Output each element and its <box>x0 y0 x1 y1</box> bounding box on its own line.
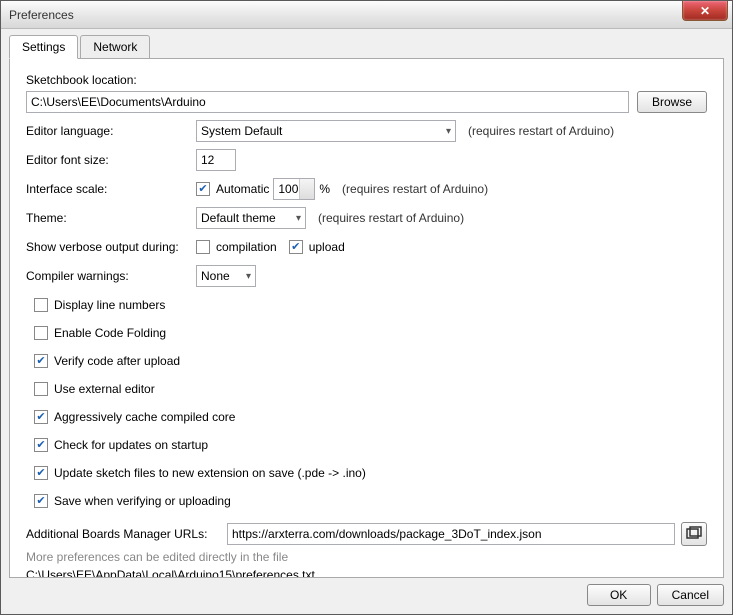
verify-after-upload-checkbox[interactable] <box>34 354 48 368</box>
close-button[interactable]: ✕ <box>682 1 728 21</box>
automatic-scale-label: Automatic <box>216 182 269 196</box>
content-area: Settings Network Sketchbook location: Br… <box>1 29 732 614</box>
preferences-path: C:\Users\EE\AppData\Local\Arduino15\pref… <box>26 568 707 578</box>
compilation-label: compilation <box>216 240 277 254</box>
window-expand-icon <box>686 526 702 542</box>
footer-note-1: More preferences can be edited directly … <box>26 550 707 564</box>
editor-font-label: Editor font size: <box>26 153 196 167</box>
upload-checkbox[interactable] <box>289 240 303 254</box>
preferences-window: Preferences ✕ Settings Network Sketchboo… <box>0 0 733 615</box>
display-line-numbers-label: Display line numbers <box>54 298 165 312</box>
editor-font-input[interactable] <box>196 149 236 171</box>
options-list: Display line numbers Enable Code Folding… <box>34 294 707 512</box>
editor-language-note: (requires restart of Arduino) <box>468 124 614 138</box>
dialog-buttons: OK Cancel <box>9 578 724 606</box>
cache-core-checkbox[interactable] <box>34 410 48 424</box>
compiler-warnings-select[interactable]: None <box>196 265 256 287</box>
verify-after-upload-label: Verify code after upload <box>54 354 180 368</box>
scale-unit: % <box>319 182 330 196</box>
scale-note: (requires restart of Arduino) <box>342 182 488 196</box>
cancel-button[interactable]: Cancel <box>657 584 724 606</box>
automatic-scale-checkbox[interactable] <box>196 182 210 196</box>
boards-url-expand-button[interactable] <box>681 522 707 546</box>
theme-note: (requires restart of Arduino) <box>318 211 464 225</box>
update-extension-checkbox[interactable] <box>34 466 48 480</box>
save-on-verify-label: Save when verifying or uploading <box>54 494 231 508</box>
close-icon: ✕ <box>700 4 710 18</box>
sketchbook-location-input[interactable] <box>26 91 629 113</box>
save-on-verify-checkbox[interactable] <box>34 494 48 508</box>
boards-url-label: Additional Boards Manager URLs: <box>26 527 221 541</box>
code-folding-checkbox[interactable] <box>34 326 48 340</box>
tab-network[interactable]: Network <box>80 35 150 58</box>
external-editor-checkbox[interactable] <box>34 382 48 396</box>
update-extension-label: Update sketch files to new extension on … <box>54 466 366 480</box>
verbose-label: Show verbose output during: <box>26 240 196 254</box>
interface-scale-label: Interface scale: <box>26 182 196 196</box>
editor-language-select[interactable]: System Default <box>196 120 456 142</box>
upload-label: upload <box>309 240 345 254</box>
browse-button[interactable]: Browse <box>637 91 707 113</box>
tab-bar: Settings Network <box>9 35 724 58</box>
boards-url-input[interactable] <box>227 523 675 545</box>
theme-label: Theme: <box>26 211 196 225</box>
sketchbook-label: Sketchbook location: <box>26 73 707 87</box>
check-updates-label: Check for updates on startup <box>54 438 208 452</box>
compilation-checkbox[interactable] <box>196 240 210 254</box>
code-folding-label: Enable Code Folding <box>54 326 166 340</box>
settings-panel: Sketchbook location: Browse Editor langu… <box>9 58 724 578</box>
theme-select[interactable]: Default theme <box>196 207 306 229</box>
display-line-numbers-checkbox[interactable] <box>34 298 48 312</box>
ok-button[interactable]: OK <box>587 584 651 606</box>
editor-language-label: Editor language: <box>26 124 196 138</box>
scale-stepper[interactable]: 100 <box>273 178 315 200</box>
window-title: Preferences <box>9 8 74 22</box>
external-editor-label: Use external editor <box>54 382 155 396</box>
titlebar: Preferences ✕ <box>1 1 732 29</box>
tab-settings[interactable]: Settings <box>9 35 78 59</box>
check-updates-checkbox[interactable] <box>34 438 48 452</box>
cache-core-label: Aggressively cache compiled core <box>54 410 235 424</box>
compiler-warnings-label: Compiler warnings: <box>26 269 196 283</box>
